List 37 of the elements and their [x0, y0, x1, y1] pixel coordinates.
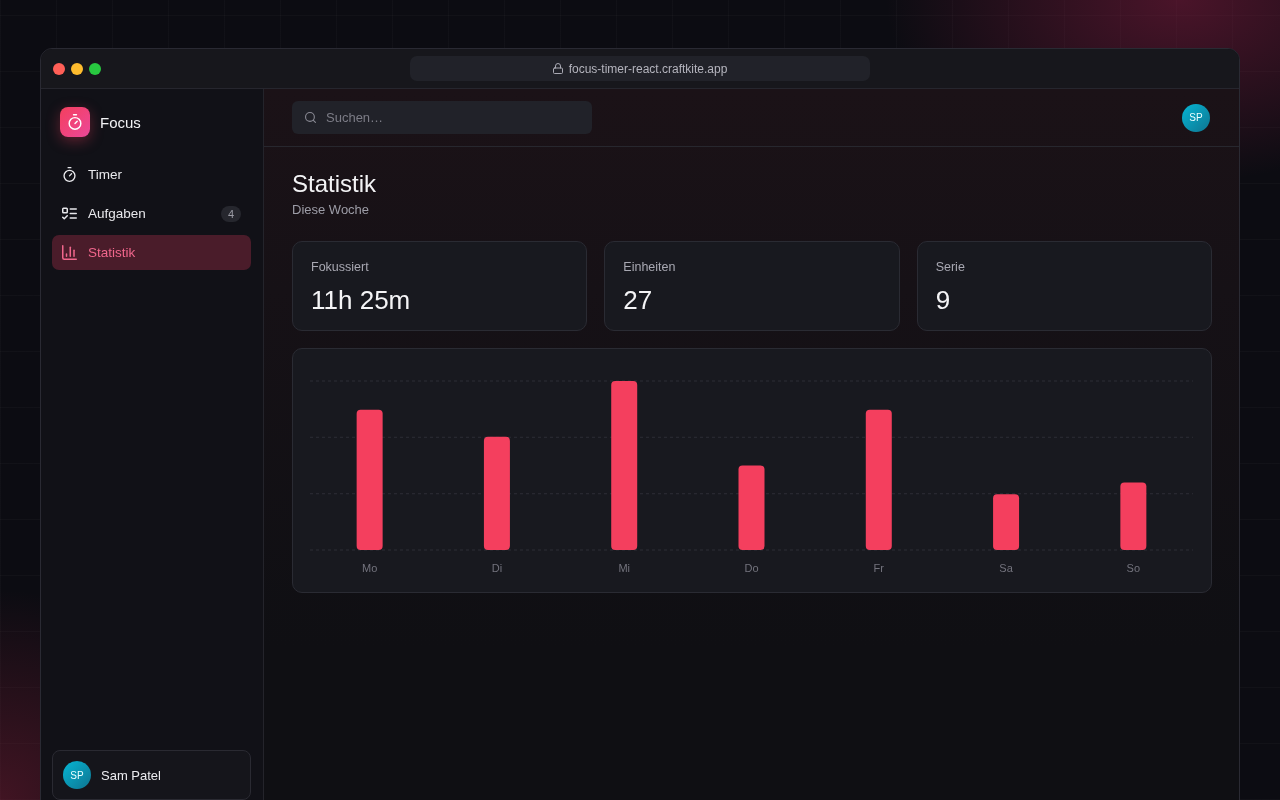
page-title: Statistik [292, 169, 377, 199]
axis-label: So [1126, 561, 1141, 574]
search-icon [305, 112, 316, 123]
stopwatch-icon [60, 107, 90, 137]
address-bar[interactable]: focus-timer-react.craftkite.app [410, 56, 870, 81]
chart-bar [1120, 482, 1147, 550]
stat-label: Fokussiert [311, 259, 369, 275]
user-card[interactable]: SP Sam Patel [52, 750, 251, 800]
task-count: 4 [221, 205, 241, 222]
search-field[interactable]: Suchen… [292, 101, 592, 134]
page-subtitle: Diese Woche [292, 201, 370, 219]
stat-value: 9 [935, 284, 951, 316]
axis-label: Mo [362, 561, 378, 574]
maximize-button[interactable] [89, 62, 101, 75]
axis-label: Sa [999, 561, 1013, 574]
axis-label: Do [744, 561, 759, 574]
chart-bar [993, 494, 1020, 550]
bar-chart-icon [62, 245, 77, 260]
minimize-button[interactable] [71, 62, 83, 75]
nav-item[interactable]: Timer [52, 157, 251, 192]
user-avatar: SP [63, 761, 91, 789]
stat-label: Serie [935, 259, 965, 275]
user-name: Sam Patel [101, 767, 161, 783]
axis-label: Di [491, 561, 503, 574]
stat-value: 27 [623, 284, 653, 316]
url-text: focus-timer-react.craftkite.app [568, 61, 728, 76]
stat-label: Einheiten [623, 259, 676, 275]
nav-item[interactable]: Aufgaben 4 [52, 196, 251, 231]
checklist-icon [62, 206, 77, 221]
lock-icon [552, 63, 563, 74]
axis-label: Fr [873, 561, 884, 574]
nav-item[interactable]: Statistik [52, 235, 251, 270]
stat-value: 11h 25m [311, 284, 411, 316]
app-name: Focus [100, 113, 141, 131]
close-button[interactable] [53, 62, 65, 75]
axis-label: Mi [618, 561, 630, 574]
stopwatch-icon [62, 167, 77, 182]
